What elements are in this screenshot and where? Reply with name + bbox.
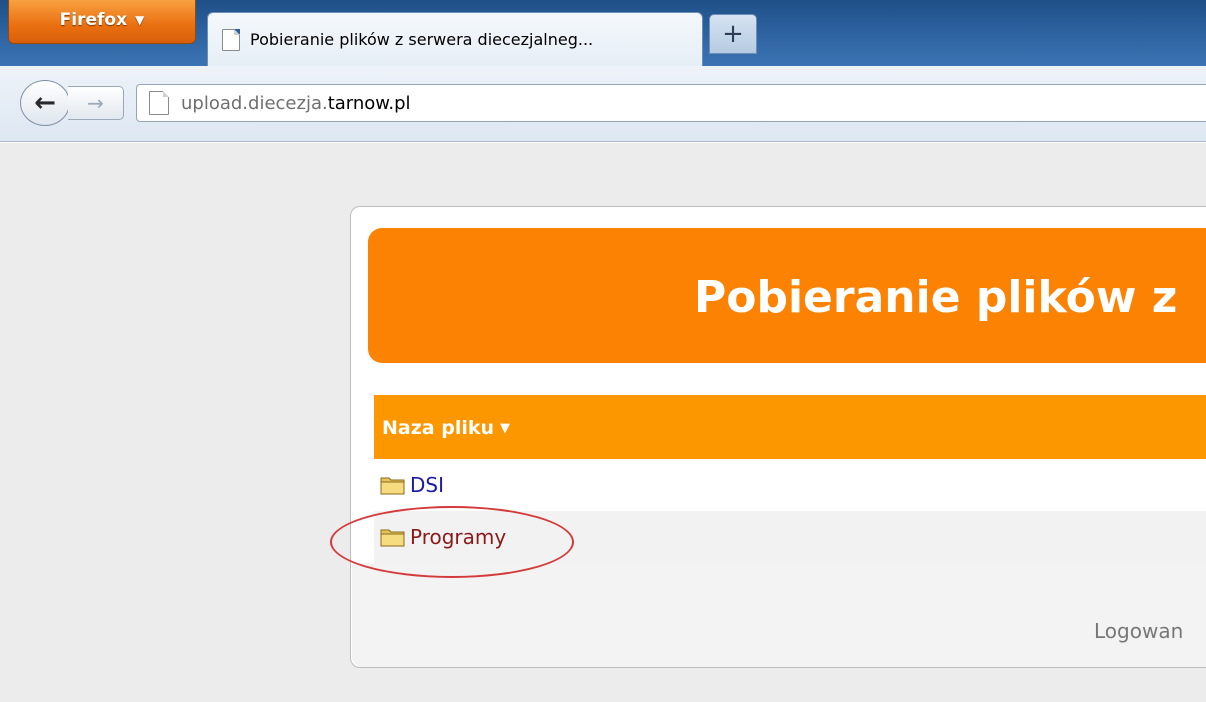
table-row[interactable]: Programy bbox=[374, 511, 1206, 563]
firefox-menu-button[interactable]: Firefox ▼ bbox=[8, 0, 196, 44]
page-viewport: Pobieranie plików z Naza pliku ▼ DSI Pro… bbox=[0, 143, 1206, 702]
folder-link-programy[interactable]: Programy bbox=[410, 525, 506, 549]
back-button[interactable]: ← bbox=[20, 80, 70, 126]
url-text[interactable]: upload.diecezja.tarnow.pl bbox=[181, 93, 411, 114]
forward-arrow-icon: → bbox=[87, 91, 104, 115]
file-table-header: Naza pliku ▼ bbox=[374, 395, 1206, 459]
content-panel: Pobieranie plików z Naza pliku ▼ DSI Pro… bbox=[350, 206, 1206, 668]
back-arrow-icon: ← bbox=[34, 88, 56, 118]
folder-icon bbox=[380, 477, 405, 495]
url-host: tarnow.pl bbox=[327, 92, 411, 114]
page-header: Pobieranie plików z bbox=[368, 228, 1206, 363]
column-header-label: Naza pliku bbox=[382, 417, 495, 439]
forward-button[interactable]: → bbox=[68, 86, 124, 120]
site-identity-icon[interactable] bbox=[149, 91, 169, 115]
login-link[interactable]: Logowan bbox=[1094, 619, 1183, 643]
address-bar[interactable]: upload.diecezja.tarnow.pl bbox=[136, 84, 1206, 122]
tab-title: Pobieranie plików z serwera diecezjalneg… bbox=[250, 30, 594, 49]
browser-tab[interactable]: Pobieranie plików z serwera diecezjalneg… bbox=[207, 12, 703, 66]
page-title: Pobieranie plików z bbox=[694, 272, 1178, 323]
url-prefix: upload.diecezja. bbox=[181, 92, 328, 114]
page-footer: Logowan bbox=[352, 563, 1206, 667]
column-header-filename[interactable]: Naza pliku ▼ bbox=[382, 417, 510, 439]
firefox-menu-label: Firefox bbox=[59, 10, 128, 30]
folder-icon bbox=[380, 529, 405, 547]
chevron-down-icon: ▼ bbox=[135, 13, 145, 27]
new-tab-button[interactable]: + bbox=[709, 14, 757, 54]
folder-link-dsi[interactable]: DSI bbox=[410, 473, 444, 497]
table-row[interactable]: DSI bbox=[374, 459, 1206, 511]
sort-desc-icon: ▼ bbox=[500, 420, 511, 436]
page-icon bbox=[222, 28, 240, 51]
